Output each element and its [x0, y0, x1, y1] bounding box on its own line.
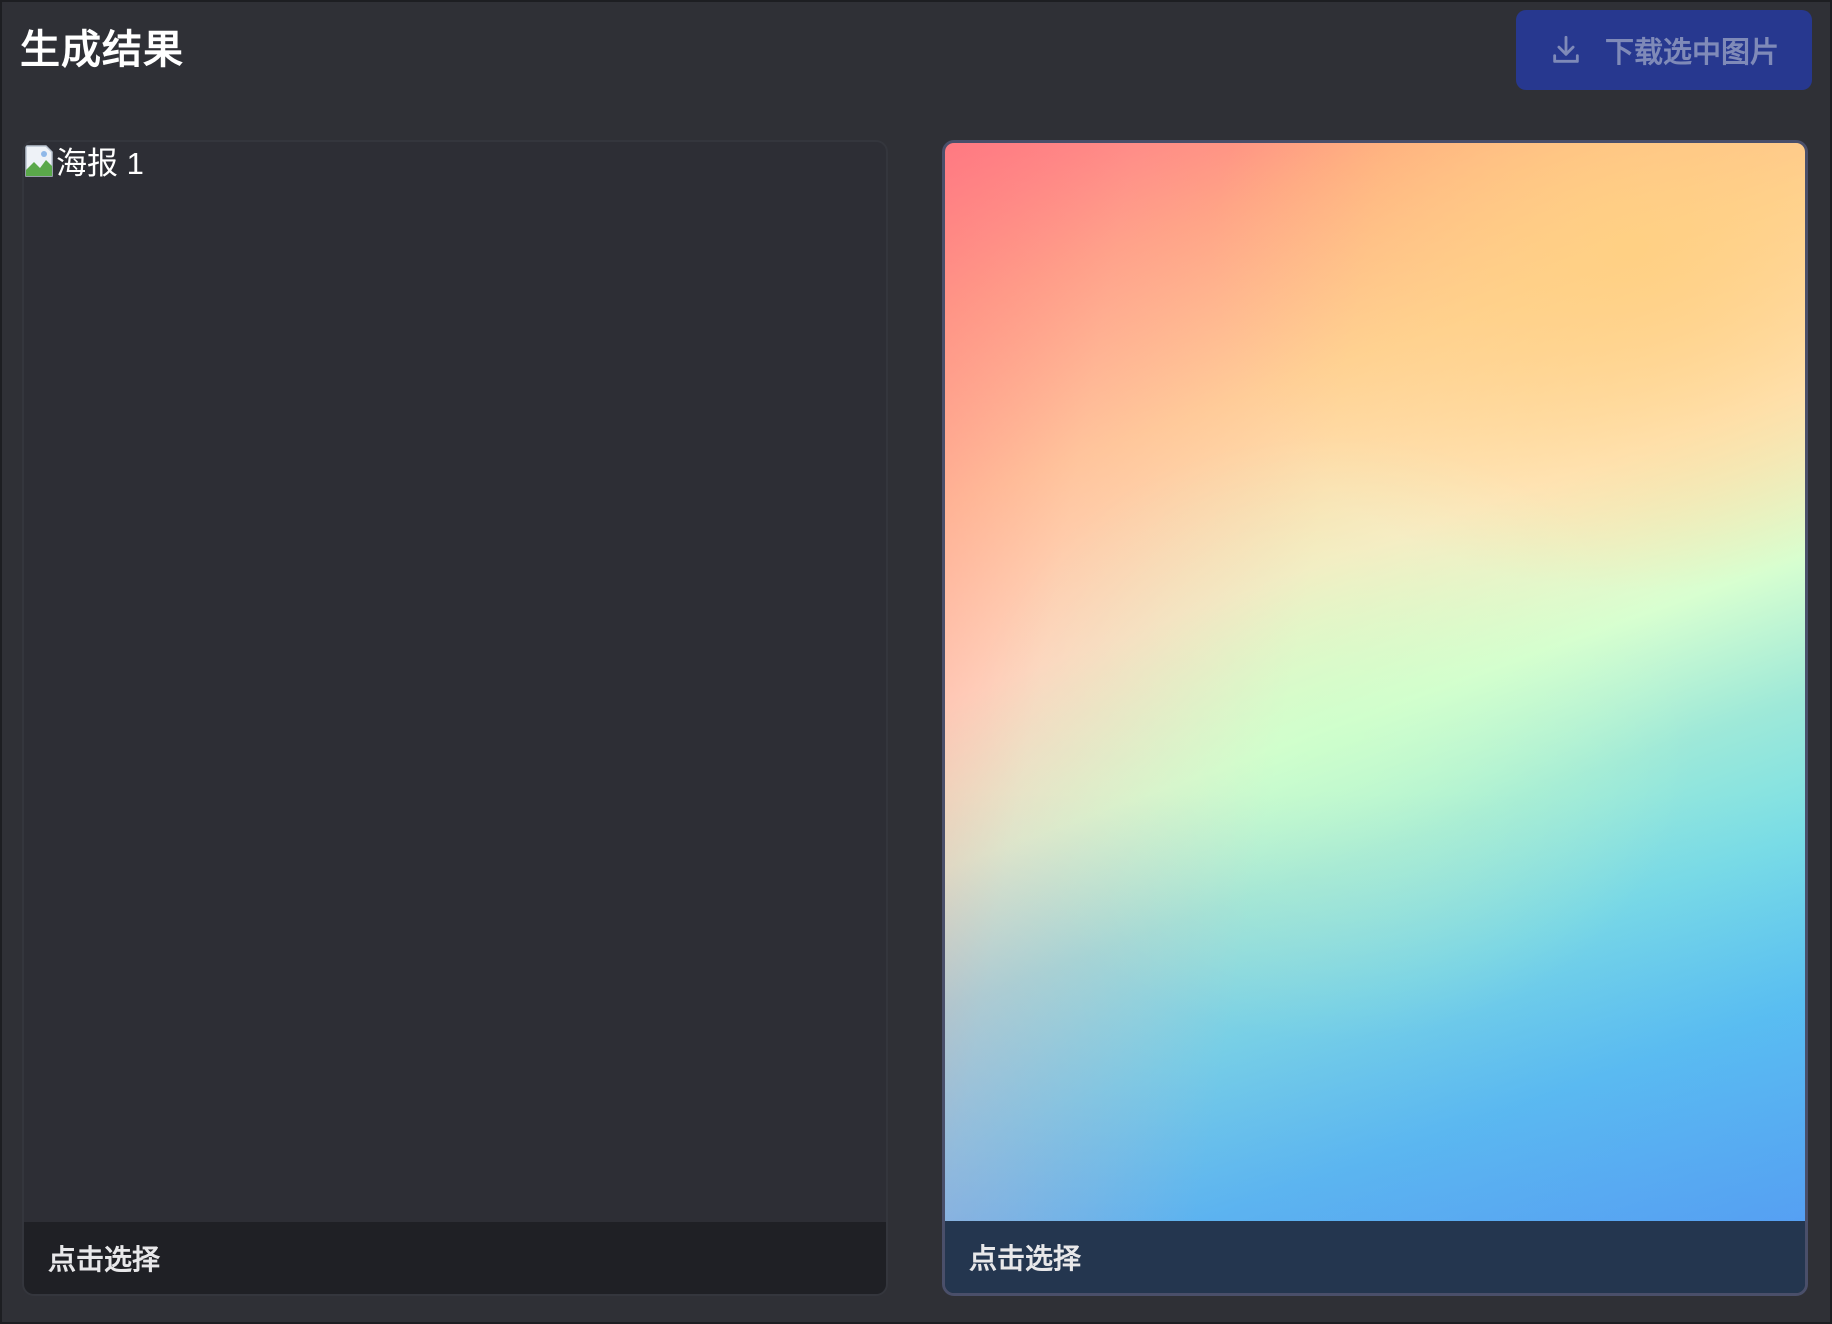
poster-image-2[interactable] — [945, 143, 1805, 1225]
results-header: 生成结果 下载选中图片 — [0, 0, 1832, 100]
poster-image-1[interactable]: 海报 1 — [24, 142, 886, 1224]
broken-image-placeholder: 海报 1 — [24, 142, 144, 186]
result-card-2[interactable]: 点击选择 — [942, 140, 1808, 1296]
card-caption-1: 点击选择 — [24, 1222, 886, 1294]
download-selected-button[interactable]: 下载选中图片 — [1516, 10, 1812, 90]
gradient-poster-image — [945, 143, 1805, 1225]
download-selected-label: 下载选中图片 — [1604, 35, 1779, 69]
result-card-1[interactable]: 海报 1 点击选择 — [22, 140, 888, 1296]
page-title: 生成结果 — [20, 27, 184, 73]
broken-image-icon — [24, 144, 54, 178]
image-alt-text: 海报 1 — [56, 146, 144, 181]
card-caption-2: 点击选择 — [945, 1221, 1805, 1293]
results-grid: 海报 1 点击选择 点击选择 — [22, 140, 1812, 1296]
download-icon — [1549, 33, 1583, 67]
